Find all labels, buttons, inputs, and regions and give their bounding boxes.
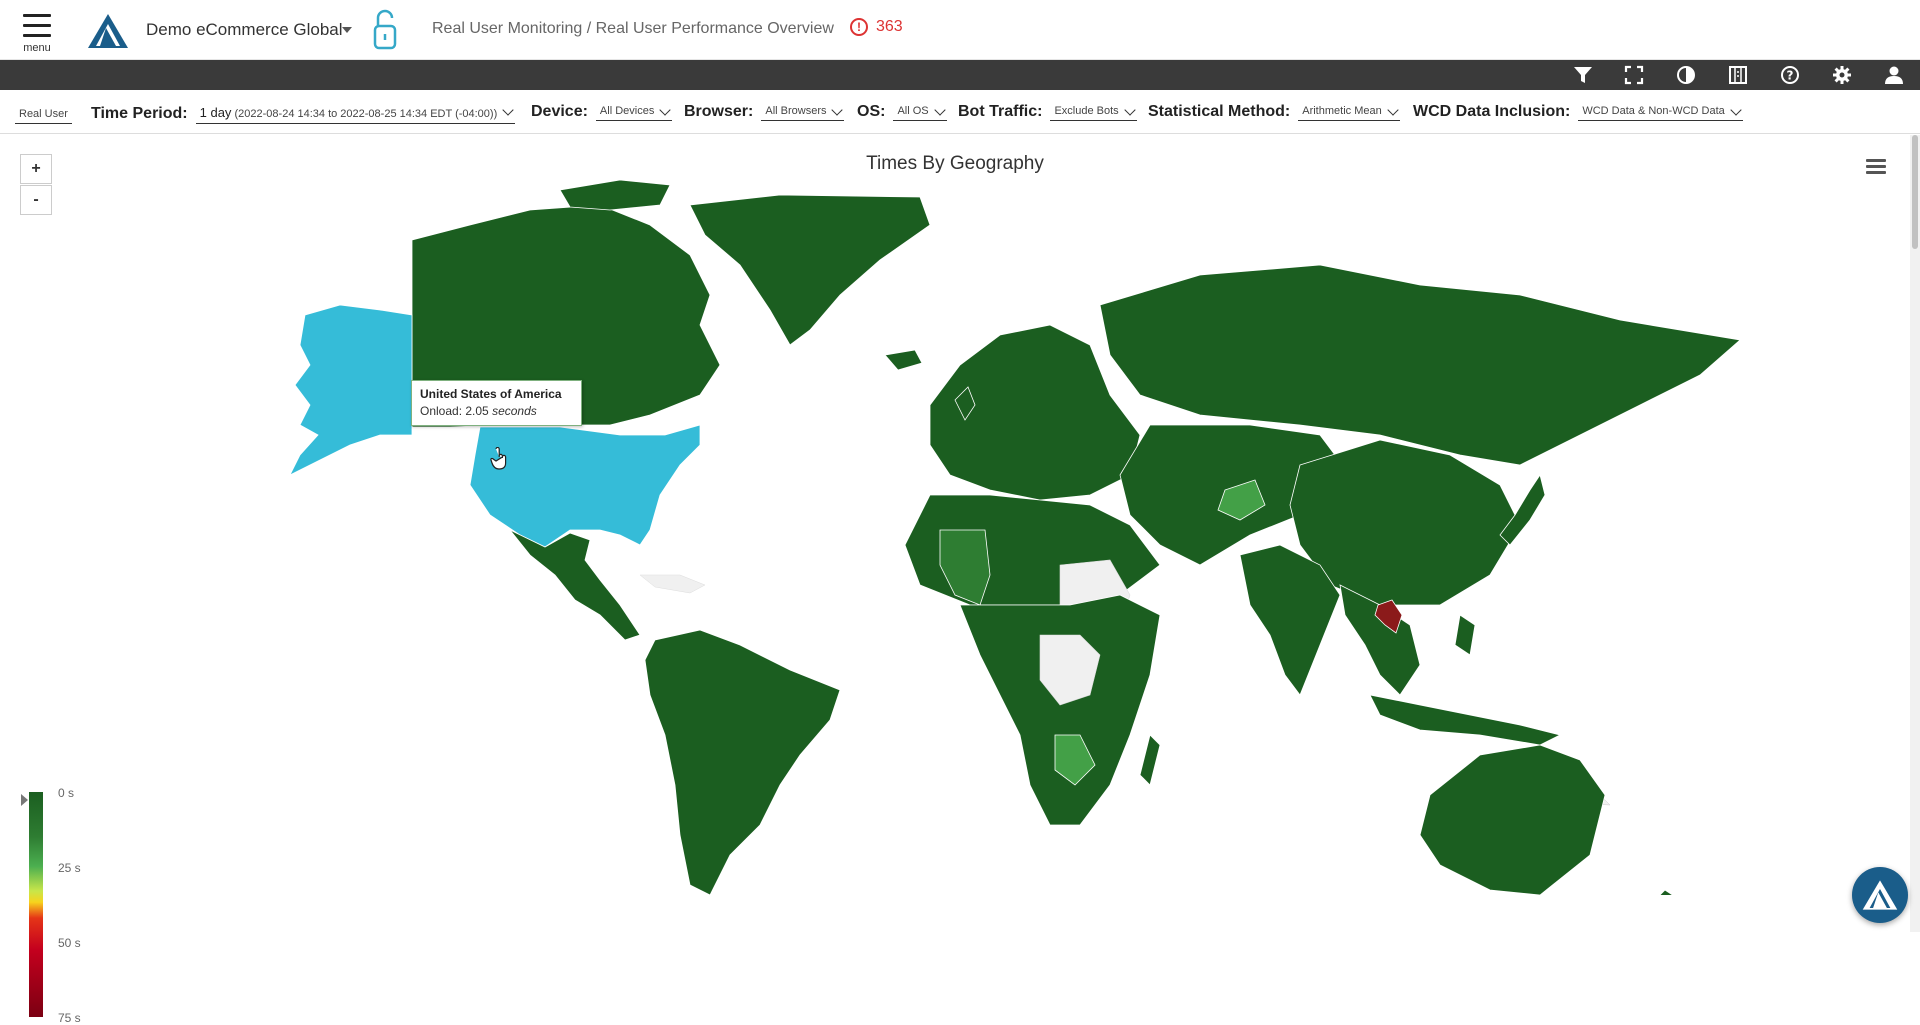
device-label: Device: (531, 103, 588, 120)
device-value: All Devices (599, 105, 655, 117)
zoom-in-button[interactable]: + (20, 154, 52, 184)
tenant-name[interactable]: Demo eCommerce Global (146, 20, 343, 40)
fullscreen-icon[interactable] (1624, 65, 1644, 85)
os-value: All OS (897, 105, 929, 117)
real-user-select[interactable]: Real User (15, 106, 72, 124)
menu-icon-bar (23, 34, 51, 37)
chart-title: Times By Geography (866, 153, 1044, 174)
legend-tick-0: 0 s (58, 786, 75, 800)
unlock-icon[interactable] (370, 8, 400, 52)
legend-tick-25: 25 s (58, 861, 81, 875)
region-greenland (689, 194, 931, 346)
statistical-method-label: Statistical Method: (1148, 103, 1291, 120)
chevron-down-icon (1387, 104, 1399, 116)
menu-icon (23, 14, 51, 17)
os-label: OS: (857, 103, 886, 120)
zoom-out-button[interactable]: - (20, 185, 52, 215)
legend-gradient (29, 792, 43, 1017)
wcd-inclusion-select[interactable]: WCD Data & Non-WCD Data (1578, 103, 1743, 121)
bot-traffic-label: Bot Traffic: (958, 103, 1043, 120)
chevron-down-icon (659, 104, 671, 116)
tooltip-metric: Onload: 2.05 seconds (420, 404, 573, 418)
time-period-label: Time Period: (91, 104, 188, 122)
device-select[interactable]: All Devices (595, 103, 673, 121)
chevron-down-icon (933, 104, 946, 116)
menu-icon-bar (23, 24, 51, 27)
legend-tick-50: 50 s (58, 936, 81, 950)
tooltip-metric-value: Onload: 2.05 (420, 404, 489, 418)
settings-icon[interactable] (1832, 65, 1852, 85)
hamburger-icon-bar (1866, 165, 1886, 168)
region-south-america (644, 629, 841, 895)
statistical-method-select[interactable]: Arithmetic Mean (1298, 103, 1400, 121)
report-icon[interactable] (1728, 65, 1748, 85)
region-caribbean (639, 574, 706, 594)
bot-traffic-value: Exclude Bots (1054, 105, 1119, 117)
chevron-down-icon (1123, 104, 1136, 116)
os-select[interactable]: All OS (893, 103, 947, 121)
chevron-down-icon (831, 104, 844, 116)
time-period-value: 1 day (199, 105, 232, 120)
svg-text:?: ? (1787, 69, 1794, 83)
alert-icon: ! (850, 18, 868, 36)
chevron-down-icon[interactable] (342, 27, 352, 33)
hand-cursor-icon (490, 447, 507, 470)
vertical-scrollbar[interactable] (1910, 135, 1920, 932)
time-period-detail: (2022-08-24 14:34 to 2022-08-25 14:34 ED… (234, 108, 498, 120)
chevron-down-icon (502, 104, 514, 116)
contrast-icon[interactable] (1676, 65, 1696, 85)
help-chat-button[interactable] (1852, 867, 1908, 923)
region-australia (1419, 744, 1606, 895)
filter-icon[interactable] (1573, 65, 1593, 85)
map-tooltip: United States of America Onload: 2.05 se… (411, 380, 582, 426)
hamburger-icon-bar (1866, 171, 1886, 174)
scrollbar-thumb[interactable] (1912, 135, 1918, 249)
top-header: menu Demo eCommerce Global Real User Mon… (0, 0, 1920, 60)
browser-value: All Browsers (765, 105, 827, 117)
toolbar: ? (0, 60, 1920, 90)
alert-badge[interactable]: ! 363 (850, 18, 903, 36)
bot-traffic-select[interactable]: Exclude Bots (1050, 103, 1137, 121)
legend-pointer (21, 794, 28, 806)
user-icon[interactable] (1884, 65, 1904, 85)
alert-count: 363 (876, 18, 903, 35)
region-arctic-islands (559, 179, 671, 211)
breadcrumb[interactable]: Real User Monitoring / Real User Perform… (432, 20, 834, 38)
browser-select[interactable]: All Browsers (761, 103, 845, 121)
color-legend: 0 s 25 s 50 s 75 s (20, 655, 100, 1025)
region-mexico-central-america (509, 529, 641, 641)
chevron-down-icon (1730, 104, 1742, 116)
chart-menu-button[interactable] (1866, 159, 1886, 175)
region-iceland (884, 349, 923, 371)
app-logo-icon (1862, 880, 1898, 910)
hamburger-icon (1866, 159, 1886, 162)
statistical-method-value: Arithmetic Mean (1302, 105, 1382, 117)
region-indonesia (1369, 694, 1562, 746)
time-period-select[interactable]: 1 day (2022-08-24 14:34 to 2022-08-25 14… (195, 103, 516, 124)
world-map[interactable] (250, 175, 1750, 895)
browser-label: Browser: (684, 103, 754, 120)
region-alaska (289, 304, 413, 476)
region-philippines (1454, 614, 1476, 656)
app-logo-icon[interactable] (86, 12, 130, 50)
wcd-inclusion-value: WCD Data & Non-WCD Data (1582, 105, 1725, 117)
help-icon[interactable]: ? (1780, 65, 1800, 85)
tooltip-unit: seconds (492, 404, 537, 418)
tooltip-country: United States of America (420, 387, 562, 401)
menu-button[interactable]: menu (20, 14, 54, 54)
region-usa (469, 424, 701, 548)
geography-chart: Times By Geography + - United States of … (0, 135, 1910, 1025)
menu-label: menu (23, 42, 51, 54)
region-madagascar (1139, 734, 1161, 786)
region-central-africa (959, 594, 1161, 826)
legend-tick-75: 75 s (58, 1011, 81, 1025)
wcd-inclusion-label: WCD Data Inclusion: (1413, 103, 1571, 120)
filter-bar: Real User Time Period: 1 day (2022-08-24… (0, 90, 1920, 134)
region-new-zealand (1659, 889, 1674, 895)
